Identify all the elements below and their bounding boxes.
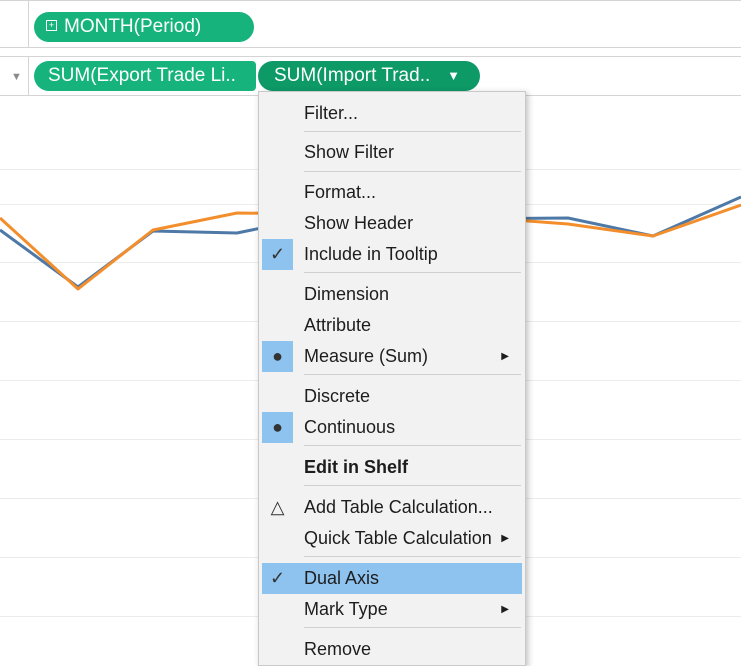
caret-down-icon[interactable]: ▼ [447,61,460,91]
columns-shelf-label-area [0,1,29,47]
submenu-arrow-icon: ▶ [501,533,509,544]
menu-separator [304,171,521,172]
import-trade-pill-label: SUM(Import Trad.. [274,65,431,86]
menu-item-show-filter[interactable]: Show Filter [262,137,522,168]
submenu-arrow-icon: ▶ [501,351,509,362]
columns-shelf: + MONTH(Period) [0,0,741,48]
menu-item-label: Dimension [304,284,390,304]
menu-item-label: Attribute [304,315,372,335]
menu-item-dual-axis[interactable]: ✓ Dual Axis [262,563,522,594]
menu-item-label: Dual Axis [304,568,380,588]
menu-item-label: Mark Type [304,599,388,619]
checkmark-icon: ✓ [269,568,286,588]
pill-context-menu: Filter... Show Filter Format... Show Hea… [258,91,526,666]
month-period-pill-label: MONTH(Period) [64,16,202,37]
menu-item-label: Include in Tooltip [304,244,438,264]
menu-item-mark-type[interactable]: Mark Type ▶ [262,594,522,625]
menu-separator [304,445,521,446]
menu-separator [304,556,521,557]
menu-separator [304,272,521,273]
menu-item-add-table-calculation[interactable]: △ Add Table Calculation... [262,492,522,523]
export-trade-pill[interactable]: SUM(Export Trade Li.. [34,61,256,91]
menu-item-label: Measure (Sum) [304,346,429,366]
checkmark-icon: ✓ [262,239,293,270]
menu-item-filter[interactable]: Filter... [262,98,522,129]
menu-item-attribute[interactable]: Attribute [262,310,522,341]
menu-item-discrete[interactable]: Discrete [262,381,522,412]
menu-item-label: Discrete [304,386,371,406]
plus-box-icon[interactable]: + [46,19,57,31]
menu-item-include-in-tooltip[interactable]: ✓ Include in Tooltip [262,239,522,270]
bullet-icon: ● [262,412,293,443]
submenu-arrow-icon: ▶ [501,604,509,615]
delta-icon: △ [270,497,285,517]
bullet-icon: ● [262,341,293,372]
menu-separator [304,131,521,132]
menu-item-format[interactable]: Format... [262,177,522,208]
menu-item-edit-in-shelf[interactable]: Edit in Shelf [262,452,522,483]
menu-item-measure-sum[interactable]: ● Measure (Sum) ▶ [262,341,522,372]
chevron-down-icon[interactable]: ▼ [11,71,22,83]
menu-item-label: Quick Table Calculation [304,528,492,548]
menu-separator [304,485,521,486]
menu-item-remove[interactable]: Remove [262,634,522,665]
menu-item-label: Filter... [304,103,359,123]
month-period-pill[interactable]: + MONTH(Period) [34,12,254,42]
menu-item-show-header[interactable]: Show Header [262,208,522,239]
menu-item-label: Remove [304,639,372,659]
menu-separator [304,627,521,628]
import-trade-pill[interactable]: SUM(Import Trad.. ▼ [258,61,480,91]
menu-item-label: Add Table Calculation... [304,497,493,517]
menu-item-quick-table-calculation[interactable]: Quick Table Calculation ▶ [262,523,522,554]
menu-separator [304,374,521,375]
menu-item-dimension[interactable]: Dimension [262,279,522,310]
menu-item-label: Format... [304,182,377,202]
menu-item-label: Edit in Shelf [304,457,409,477]
menu-item-label: Show Filter [304,142,395,162]
rows-shelf-label-area: ▼ [0,57,29,95]
export-trade-pill-label: SUM(Export Trade Li.. [48,65,236,86]
menu-item-label: Continuous [304,417,396,437]
menu-item-label: Show Header [304,213,414,233]
rows-shelf: ▼ SUM(Export Trade Li.. SUM(Import Trad.… [0,56,741,96]
menu-item-continuous[interactable]: ● Continuous [262,412,522,443]
